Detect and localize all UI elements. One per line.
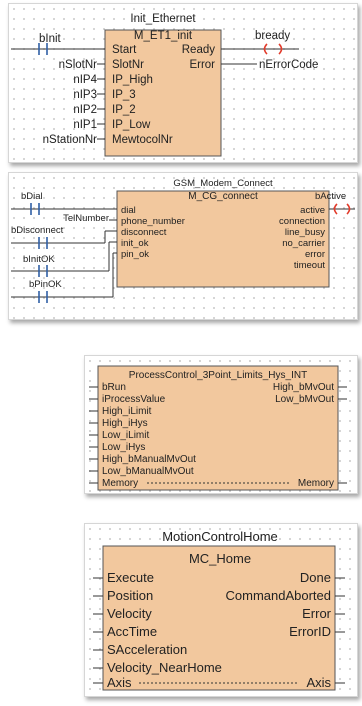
diagram-canvas: ProcessControl_3Point_Limits_Hys_INT bRu… [89, 365, 347, 491]
input-pin: IP_3 [112, 89, 136, 101]
input-pin: init_ok [121, 238, 149, 249]
block-instance-name: Init_Ethernet [130, 13, 196, 25]
output-pin: line_busy [285, 227, 325, 238]
output-pin: Low_bMvOut [275, 394, 334, 405]
input-pin: IP_High [112, 74, 153, 86]
input-pin: SlotNr [112, 59, 144, 71]
output-variable[interactable]: nErrorCode [259, 59, 318, 71]
output-variable[interactable]: bActive [315, 191, 346, 202]
diagram-motion-control-home: MotionControlHome MC_Home Execute Positi… [84, 523, 358, 697]
diagram-canvas: GSM_Modem_Connect M_CG_connect dial phon… [11, 178, 355, 303]
input-variable[interactable]: nStationNr [43, 134, 98, 146]
input-pin: High_iHys [102, 418, 148, 429]
input-pin: Execute [107, 570, 154, 585]
input-pin: dial [121, 205, 136, 216]
output-pin: connection [279, 216, 325, 227]
output-pin: Memory [298, 478, 334, 489]
input-pin: High_bManualMvOut [102, 454, 196, 465]
block-type-name: MC_Home [189, 551, 251, 566]
input-variable[interactable]: bInitOK [23, 254, 55, 265]
input-pin: Low_bManualMvOut [102, 466, 194, 477]
input-pin: IP_Low [112, 119, 151, 131]
input-pin: Start [112, 44, 137, 56]
input-pin: Velocity [107, 606, 152, 621]
input-pin: Low_iLimit [102, 430, 149, 441]
output-pin: Axis [306, 675, 331, 690]
input-variable[interactable]: TelNumber [63, 213, 109, 224]
input-variable[interactable]: nIP3 [73, 89, 97, 101]
input-variable[interactable]: bInit [39, 33, 62, 45]
block-type-name: M_CG_connect [188, 191, 258, 202]
output-pin: CommandAborted [226, 588, 332, 603]
input-pin: disconnect [121, 227, 167, 238]
output-pin: ErrorID [289, 624, 331, 639]
output-pin: Ready [182, 44, 215, 56]
input-pin: AccTime [107, 624, 157, 639]
input-pin: High_iLimit [102, 406, 152, 417]
output-variable[interactable]: bready [255, 30, 290, 42]
input-pin: SAcceleration [107, 642, 187, 657]
input-pin: Velocity_NearHome [107, 660, 222, 675]
diagram-canvas: MotionControlHome MC_Home Execute Positi… [93, 529, 345, 691]
input-pin: MewtocolNr [112, 134, 173, 146]
input-pin: IP_2 [112, 104, 136, 116]
output-pin: timeout [294, 260, 326, 271]
input-pin: phone_number [121, 216, 185, 227]
block-instance-name: MotionControlHome [162, 529, 278, 544]
input-pin: Position [107, 588, 153, 603]
output-pin: High_bMvOut [273, 382, 334, 393]
diagram-process-control: ProcessControl_3Point_Limits_Hys_INT bRu… [84, 355, 358, 494]
output-pin: Error [302, 606, 332, 621]
input-pin: Axis [107, 675, 132, 690]
output-pin: Done [300, 570, 331, 585]
output-pin: no_carrier [282, 238, 325, 249]
block-type-name: M_ET1_init [134, 30, 193, 42]
input-variable[interactable]: nIP2 [73, 104, 97, 116]
input-variable[interactable]: bDisconnect [11, 225, 64, 236]
output-pin: active [300, 205, 325, 216]
block-type-name: ProcessControl_3Point_Limits_Hys_INT [129, 370, 307, 381]
diagram-init-ethernet: Init_Ethernet M_ET1_init Start SlotNr IP… [8, 3, 358, 163]
input-pin: iProcessValue [102, 394, 166, 405]
input-pin: bRun [102, 382, 126, 393]
input-pin: Memory [102, 478, 138, 489]
input-variable[interactable]: nIP1 [73, 119, 97, 131]
diagram-gsm-modem-connect: GSM_Modem_Connect M_CG_connect dial phon… [8, 172, 358, 320]
output-pin: error [305, 249, 325, 260]
input-variable[interactable]: nSlotNr [59, 59, 98, 71]
input-variable[interactable]: bDial [21, 191, 43, 202]
block-instance-name: GSM_Modem_Connect [173, 178, 273, 189]
input-pin: Low_iHys [102, 442, 145, 453]
input-pin: pin_ok [121, 249, 149, 260]
diagram-canvas: Init_Ethernet M_ET1_init Start SlotNr IP… [11, 13, 318, 157]
output-pin: Error [189, 59, 215, 71]
input-variable[interactable]: bPinOK [29, 279, 62, 290]
input-variable[interactable]: nIP4 [73, 74, 97, 86]
